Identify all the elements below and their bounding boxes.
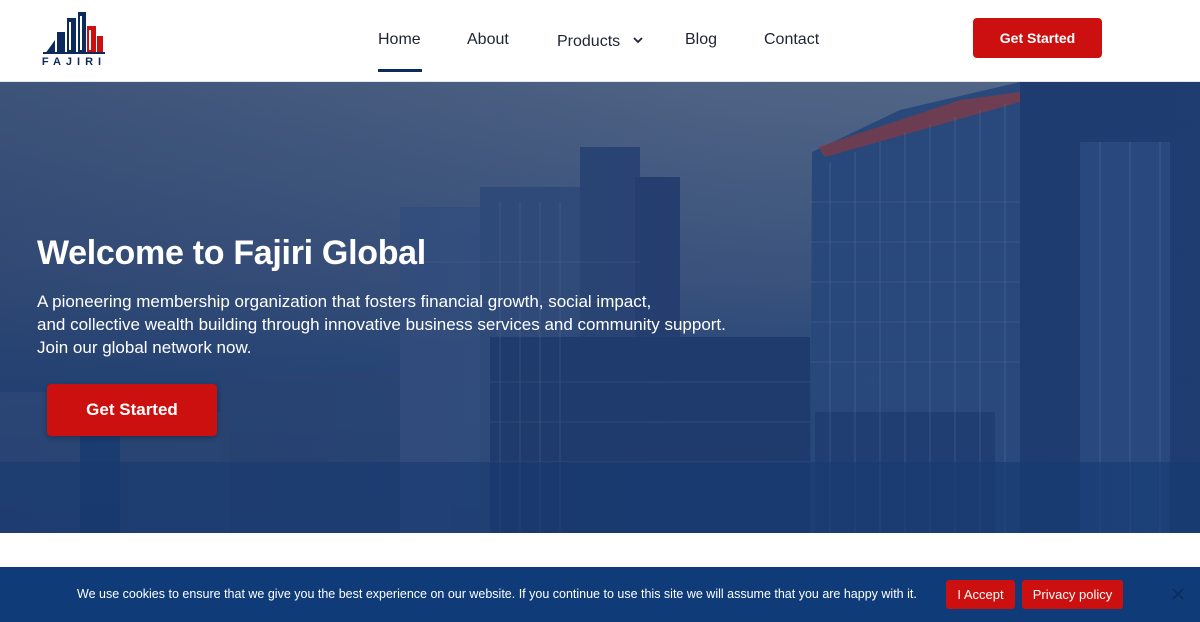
chevron-down-icon xyxy=(632,31,643,49)
hero-get-started-button[interactable]: Get Started xyxy=(47,384,217,436)
logo-buildings-icon xyxy=(43,12,105,54)
hero-section: Welcome to Fajiri Global A pioneering me… xyxy=(0,82,1200,533)
hero-title: Welcome to Fajiri Global xyxy=(37,234,426,272)
nav-item-label: Blog xyxy=(685,31,718,48)
nav-item-home[interactable]: Home xyxy=(378,31,421,49)
nav-item-blog[interactable]: Blog xyxy=(685,31,717,49)
nav-item-label: About xyxy=(467,31,509,48)
site-header: FAJIRI Home About Products Blog Contact … xyxy=(0,0,1200,82)
active-nav-indicator xyxy=(378,69,422,72)
fajiri-logo[interactable]: FAJIRI xyxy=(35,10,113,70)
cookie-notice-bar: We use cookies to ensure that we give yo… xyxy=(0,567,1200,622)
cookie-accept-button[interactable]: I Accept xyxy=(946,580,1015,609)
nav-item-label: Home xyxy=(378,31,421,48)
cookie-message: We use cookies to ensure that we give yo… xyxy=(77,587,917,601)
logo-wordmark: FAJIRI xyxy=(41,56,107,68)
nav-item-contact[interactable]: Contact xyxy=(764,31,819,49)
nav-item-products[interactable]: Products xyxy=(557,31,643,51)
hero-subtitle: A pioneering membership organization tha… xyxy=(37,290,837,359)
nav-item-label: Contact xyxy=(764,31,820,48)
hero-subtitle-line: A pioneering membership organization tha… xyxy=(37,292,652,311)
header-get-started-button[interactable]: Get Started xyxy=(973,18,1102,58)
privacy-policy-button[interactable]: Privacy policy xyxy=(1022,580,1123,609)
hero-subtitle-line: and collective wealth building through i… xyxy=(37,315,726,334)
close-icon[interactable] xyxy=(1169,585,1187,603)
hero-subtitle-line: Join our global network now. xyxy=(37,338,252,357)
nav-item-label: Products xyxy=(557,33,621,50)
nav-item-about[interactable]: About xyxy=(467,31,509,49)
